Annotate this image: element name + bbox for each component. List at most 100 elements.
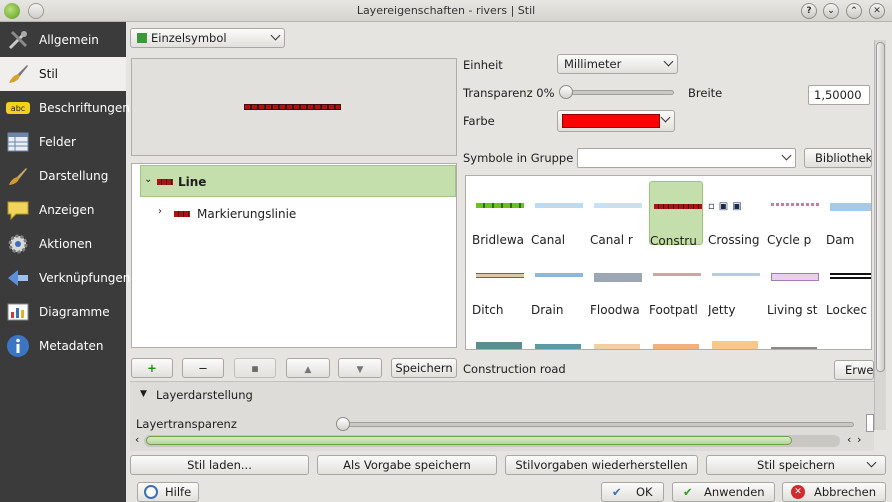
apply-button[interactable]: ✔ Anwenden [672, 482, 775, 502]
symbol-swatch [653, 273, 701, 276]
lock-layer-button[interactable]: ▪ [234, 358, 276, 378]
single-symbol-icon [137, 33, 147, 43]
save-style-label: Stil speichern [757, 458, 835, 472]
sidebar-item-darstellung[interactable]: Darstellung [0, 159, 126, 193]
symbol-preview [131, 58, 457, 156]
arrow-down-icon: ▼ [356, 365, 364, 375]
gruppe-select[interactable] [577, 148, 796, 168]
help-button[interactable]: Hilfe [137, 482, 199, 502]
maximize-button[interactable]: ⌃ [846, 3, 862, 19]
ok-button[interactable]: ✔ OK [601, 482, 664, 502]
help-icon [144, 485, 158, 499]
symbol-item[interactable]: Cycle p [767, 181, 821, 247]
bibliothek-button[interactable]: Bibliothek [804, 148, 872, 168]
tree-item-label: Markierungslinie [197, 207, 297, 221]
remove-layer-button[interactable]: − [182, 358, 224, 378]
svg-text:abc: abc [11, 104, 25, 113]
help-title-button[interactable]: ? [801, 3, 817, 19]
symbol-name: Drain [531, 303, 564, 317]
move-up-button[interactable]: ▲ [286, 358, 330, 378]
restore-default-style-button[interactable]: Stilvorgaben wiederherstellen [505, 455, 698, 475]
scroll-right-icon[interactable]: › [857, 433, 861, 446]
einheit-select[interactable]: Millimeter [557, 54, 678, 74]
layer-transparency-slider-track[interactable] [340, 422, 854, 427]
symbol-swatch [830, 203, 871, 211]
symbol-name: Canal r [590, 233, 633, 247]
symbol-item-selected[interactable]: Constru [649, 181, 703, 248]
breite-input[interactable]: 1,50000 [808, 85, 870, 105]
symbol-item[interactable] [594, 344, 640, 349]
symbol-item[interactable] [712, 341, 758, 349]
save-as-default-button[interactable]: Als Vorgabe speichern [317, 455, 497, 475]
chevron-down-icon [663, 56, 674, 67]
move-down-button[interactable]: ▼ [338, 358, 382, 378]
symbol-item[interactable]: Bridlewa [472, 181, 526, 247]
symbol-name: Bridlewa [472, 233, 525, 247]
symbol-swatch [476, 273, 524, 278]
sidebar-item-allgemein[interactable]: Allgemein [0, 23, 126, 57]
symbol-name: Canal [531, 233, 566, 247]
horizontal-scrollbar-track[interactable] [144, 435, 840, 447]
sidebar-item-label: Aktionen [39, 237, 93, 251]
minimize-button[interactable]: ⌄ [823, 3, 839, 19]
cancel-button[interactable]: ✕ Abbrechen [782, 482, 886, 502]
sidebar-item-label: Felder [39, 135, 76, 149]
layer-transparency-slider-handle[interactable] [336, 417, 350, 431]
symbol-swatch [771, 203, 819, 206]
transparenz-slider-handle[interactable] [559, 85, 573, 99]
layer-render-header[interactable]: Layerdarstellung [156, 388, 253, 402]
symbol-item[interactable] [476, 342, 522, 349]
layer-transparency-spinbox[interactable] [866, 414, 874, 432]
symbol-item[interactable] [535, 344, 581, 349]
symbol-item[interactable]: Jetty [708, 251, 762, 317]
transparenz-slider-track[interactable] [562, 90, 674, 95]
symbol-item[interactable]: ▫▣▣ Crossing [708, 181, 762, 247]
sidebar-item-stil[interactable]: Stil [0, 57, 126, 91]
symbol-item[interactable] [653, 344, 699, 349]
dialog-scrollbar[interactable] [874, 40, 886, 430]
symbol-name: Footpatl [649, 303, 698, 317]
sidebar-item-verknuepfungen[interactable]: Verknüpfungen [0, 261, 130, 295]
scrollbar-thumb[interactable] [876, 42, 885, 372]
tree-item-line[interactable]: ⌄ Line [140, 165, 456, 197]
load-style-button[interactable]: Stil laden... [130, 455, 309, 475]
symbol-swatch: ▫▣▣ [708, 201, 746, 212]
scroll-left-icon[interactable]: ‹ [135, 433, 139, 446]
gear-icon [8, 234, 28, 254]
symbol-swatch [535, 273, 583, 277]
save-style-button[interactable]: Stil speichern [706, 455, 886, 475]
paintbrush-icon [9, 168, 27, 185]
symbol-item[interactable] [771, 347, 817, 349]
collapse-chevron-icon[interactable]: ⌄ [144, 174, 152, 185]
sidebar-item-aktionen[interactable]: Aktionen [0, 227, 126, 261]
symbol-item[interactable]: Floodwa [590, 251, 644, 317]
horizontal-scrollbar-thumb[interactable] [146, 436, 792, 445]
expand-chevron-icon[interactable]: › [158, 206, 162, 217]
collapse-triangle-icon[interactable]: ▼ [140, 389, 147, 399]
symbol-grid: Bridlewa Canal Canal r Constru ▫▣▣ Cross… [465, 175, 872, 350]
sidebar-item-metadaten[interactable]: Metadaten [0, 329, 126, 363]
symbol-item[interactable]: Ditch [472, 251, 526, 317]
breite-label: Breite [688, 86, 723, 100]
sidebar-item-beschriftungen[interactable]: abc Beschriftungen [0, 91, 130, 125]
add-layer-button[interactable]: + [131, 358, 173, 378]
symbol-item[interactable]: Canal r [590, 181, 644, 247]
scroll-right-icon[interactable]: ‹ [847, 433, 851, 446]
symbol-item[interactable]: Canal [531, 181, 585, 247]
symbol-item[interactable]: Dam [826, 181, 871, 247]
symbol-item[interactable]: Footpatl [649, 251, 703, 317]
renderer-select[interactable]: Einzelsymbol [130, 28, 285, 48]
sidebar-item-felder[interactable]: Felder [0, 125, 126, 159]
abc-label-icon: abc [6, 102, 30, 114]
close-button[interactable]: ✕ [869, 3, 885, 19]
tree-item-markierungslinie[interactable]: › Markierungslinie [158, 204, 358, 226]
symbol-item[interactable]: Living st [767, 251, 821, 317]
advanced-button[interactable]: Erwe [834, 360, 874, 380]
sidebar-item-diagramme[interactable]: Diagramme [0, 295, 126, 329]
sidebar-item-anzeigen[interactable]: Anzeigen [0, 193, 126, 227]
symbol-swatch [594, 273, 642, 282]
symbol-item[interactable]: Drain [531, 251, 585, 317]
farbe-color-button[interactable] [557, 110, 675, 132]
save-symbol-button[interactable]: Speichern [391, 358, 457, 378]
symbol-item[interactable]: Lockec [826, 251, 871, 317]
